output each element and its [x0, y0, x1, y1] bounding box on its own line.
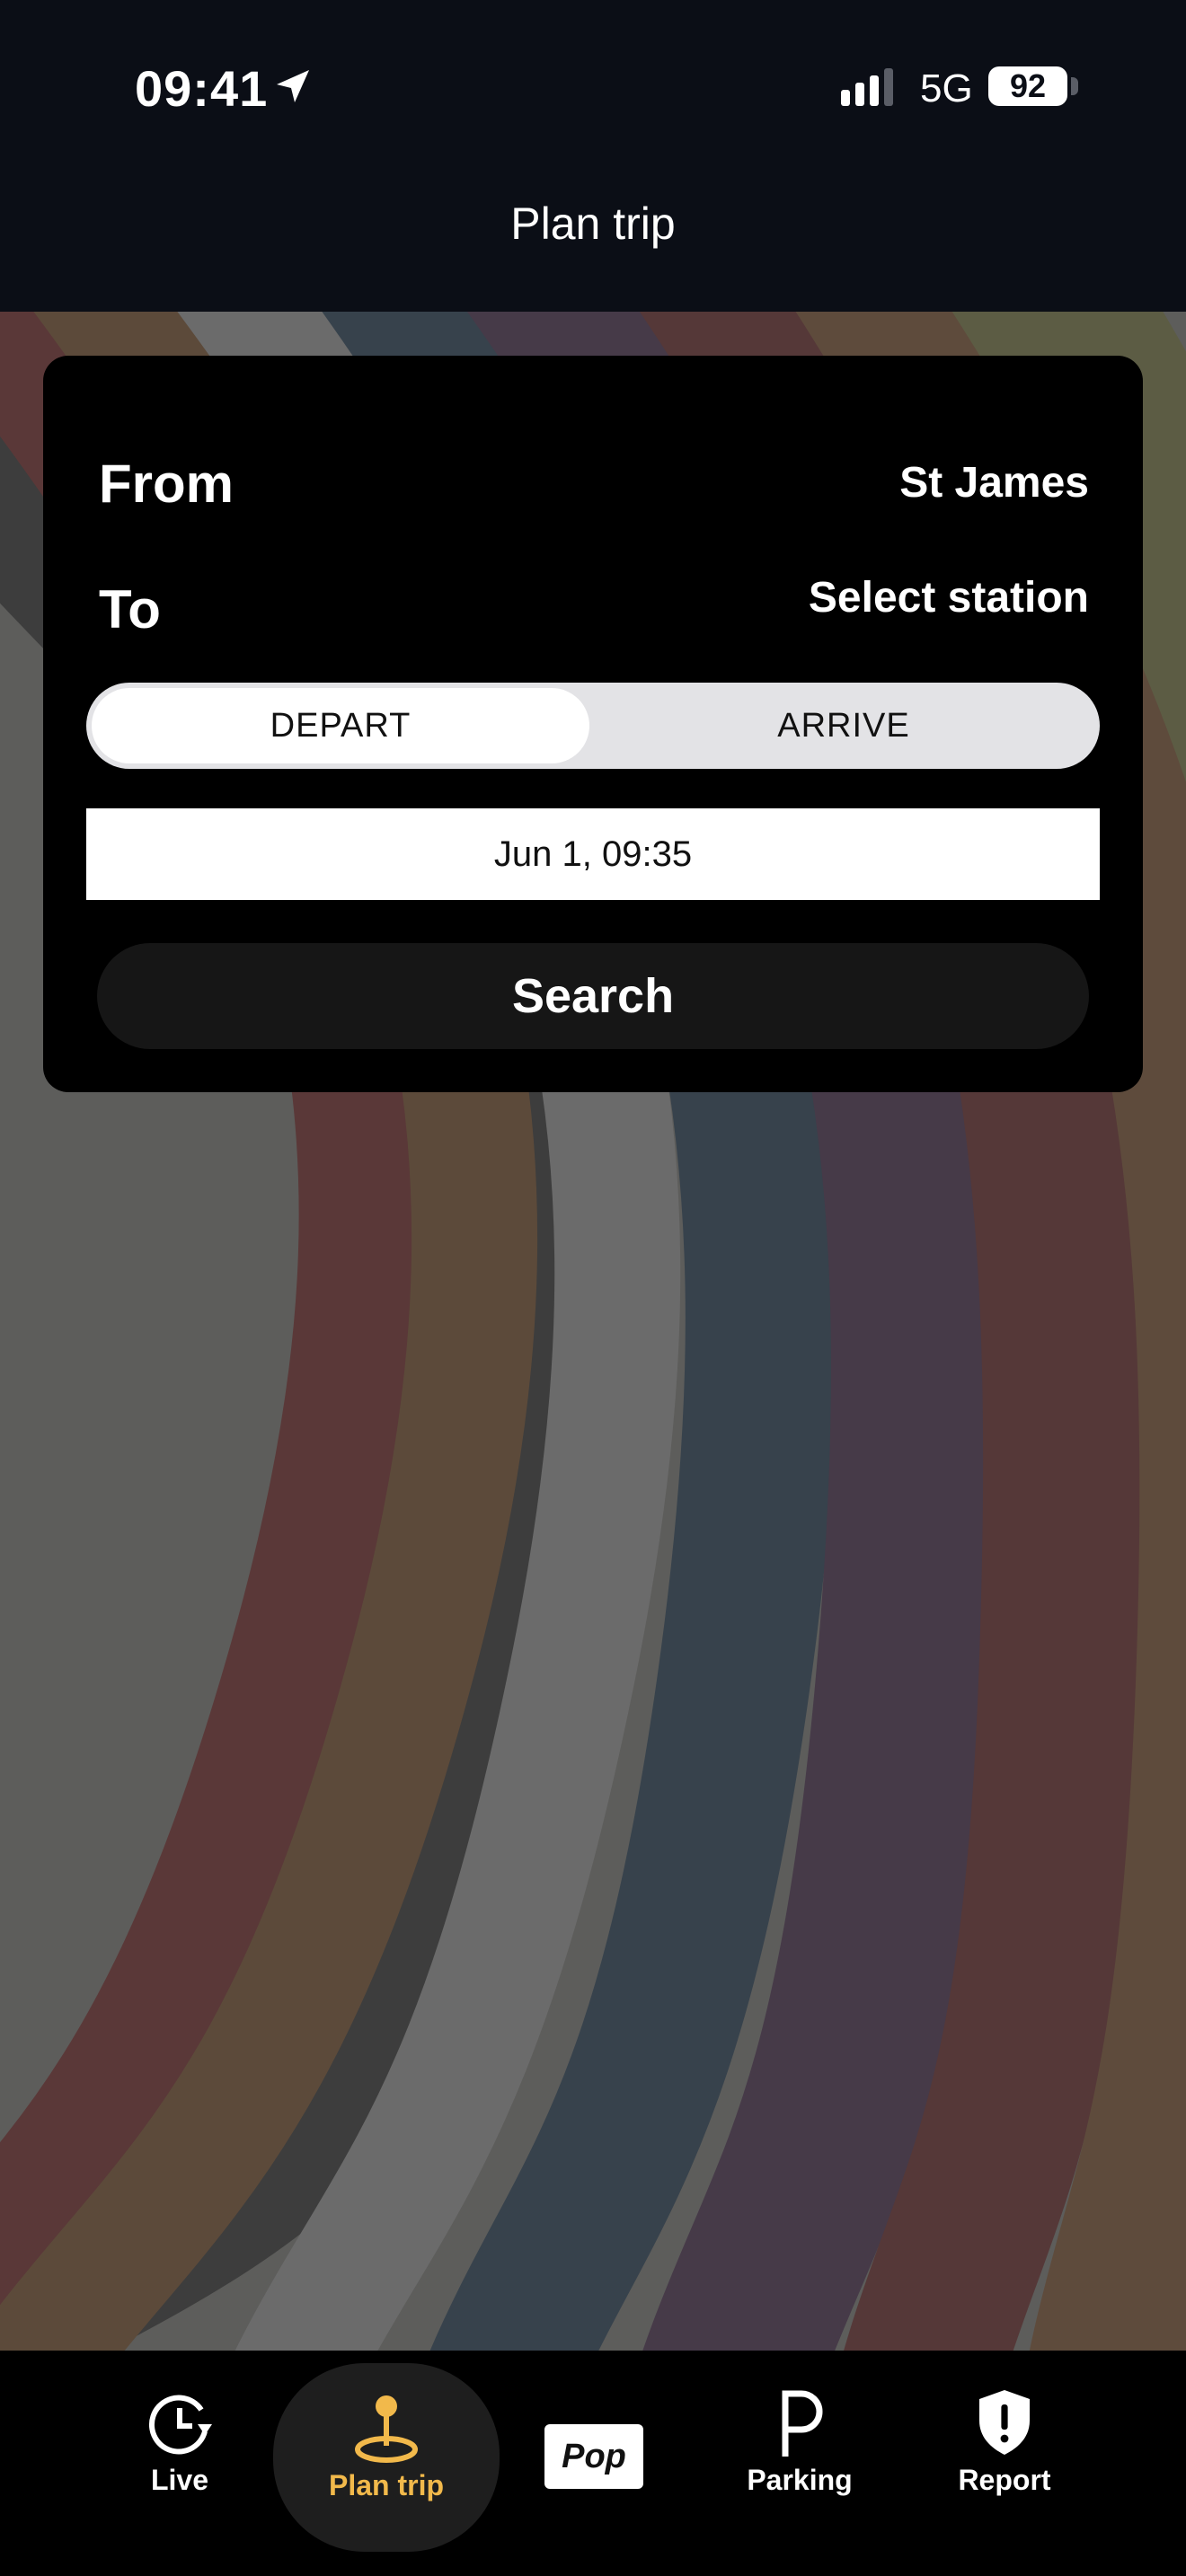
location-arrow-icon [277, 70, 309, 102]
signal-icon [841, 68, 893, 106]
map-pin-icon [355, 2395, 418, 2463]
depart-arrive-toggle: DEPART ARRIVE [86, 683, 1100, 769]
to-station-selector[interactable]: Select station [809, 573, 1089, 622]
battery-indicator: 92 [988, 66, 1067, 106]
tab-plan-trip[interactable]: Plan trip [273, 2363, 500, 2552]
clock-refresh-icon [148, 2395, 212, 2455]
tab-parking-label: Parking [747, 2464, 853, 2496]
tab-pop[interactable]: Pop [534, 2360, 652, 2543]
status-bar: 09:41 5G 92 [0, 0, 1186, 171]
parking-icon [782, 2390, 823, 2457]
tab-report[interactable]: Report [942, 2360, 1067, 2543]
to-label: To [99, 579, 161, 640]
from-station-selector[interactable]: St James [899, 458, 1089, 507]
datetime-picker[interactable]: Jun 1, 09:35 [86, 808, 1100, 900]
from-label: From [99, 454, 234, 514]
tab-plan-trip-label: Plan trip [328, 2469, 444, 2501]
depart-option[interactable]: DEPART [92, 688, 589, 763]
network-type: 5G [920, 66, 973, 110]
trip-planner-card: From St James To Select station DEPART A… [43, 356, 1143, 1092]
arrive-option[interactable]: ARRIVE [595, 688, 1093, 763]
tab-bar: Live Plan trip Pop Parking Report [0, 2351, 1186, 2576]
tab-live-label: Live [150, 2464, 209, 2496]
tab-parking[interactable]: Parking [737, 2360, 863, 2543]
page-title: Plan trip [510, 198, 676, 249]
tab-report-label: Report [958, 2464, 1051, 2496]
pop-card-icon: Pop [544, 2424, 643, 2489]
battery-nub [1071, 77, 1078, 95]
shield-alert-icon [979, 2390, 1030, 2455]
status-time: 09:41 [135, 60, 269, 117]
tab-live[interactable]: Live [117, 2360, 243, 2543]
search-button[interactable]: Search [97, 943, 1089, 1049]
